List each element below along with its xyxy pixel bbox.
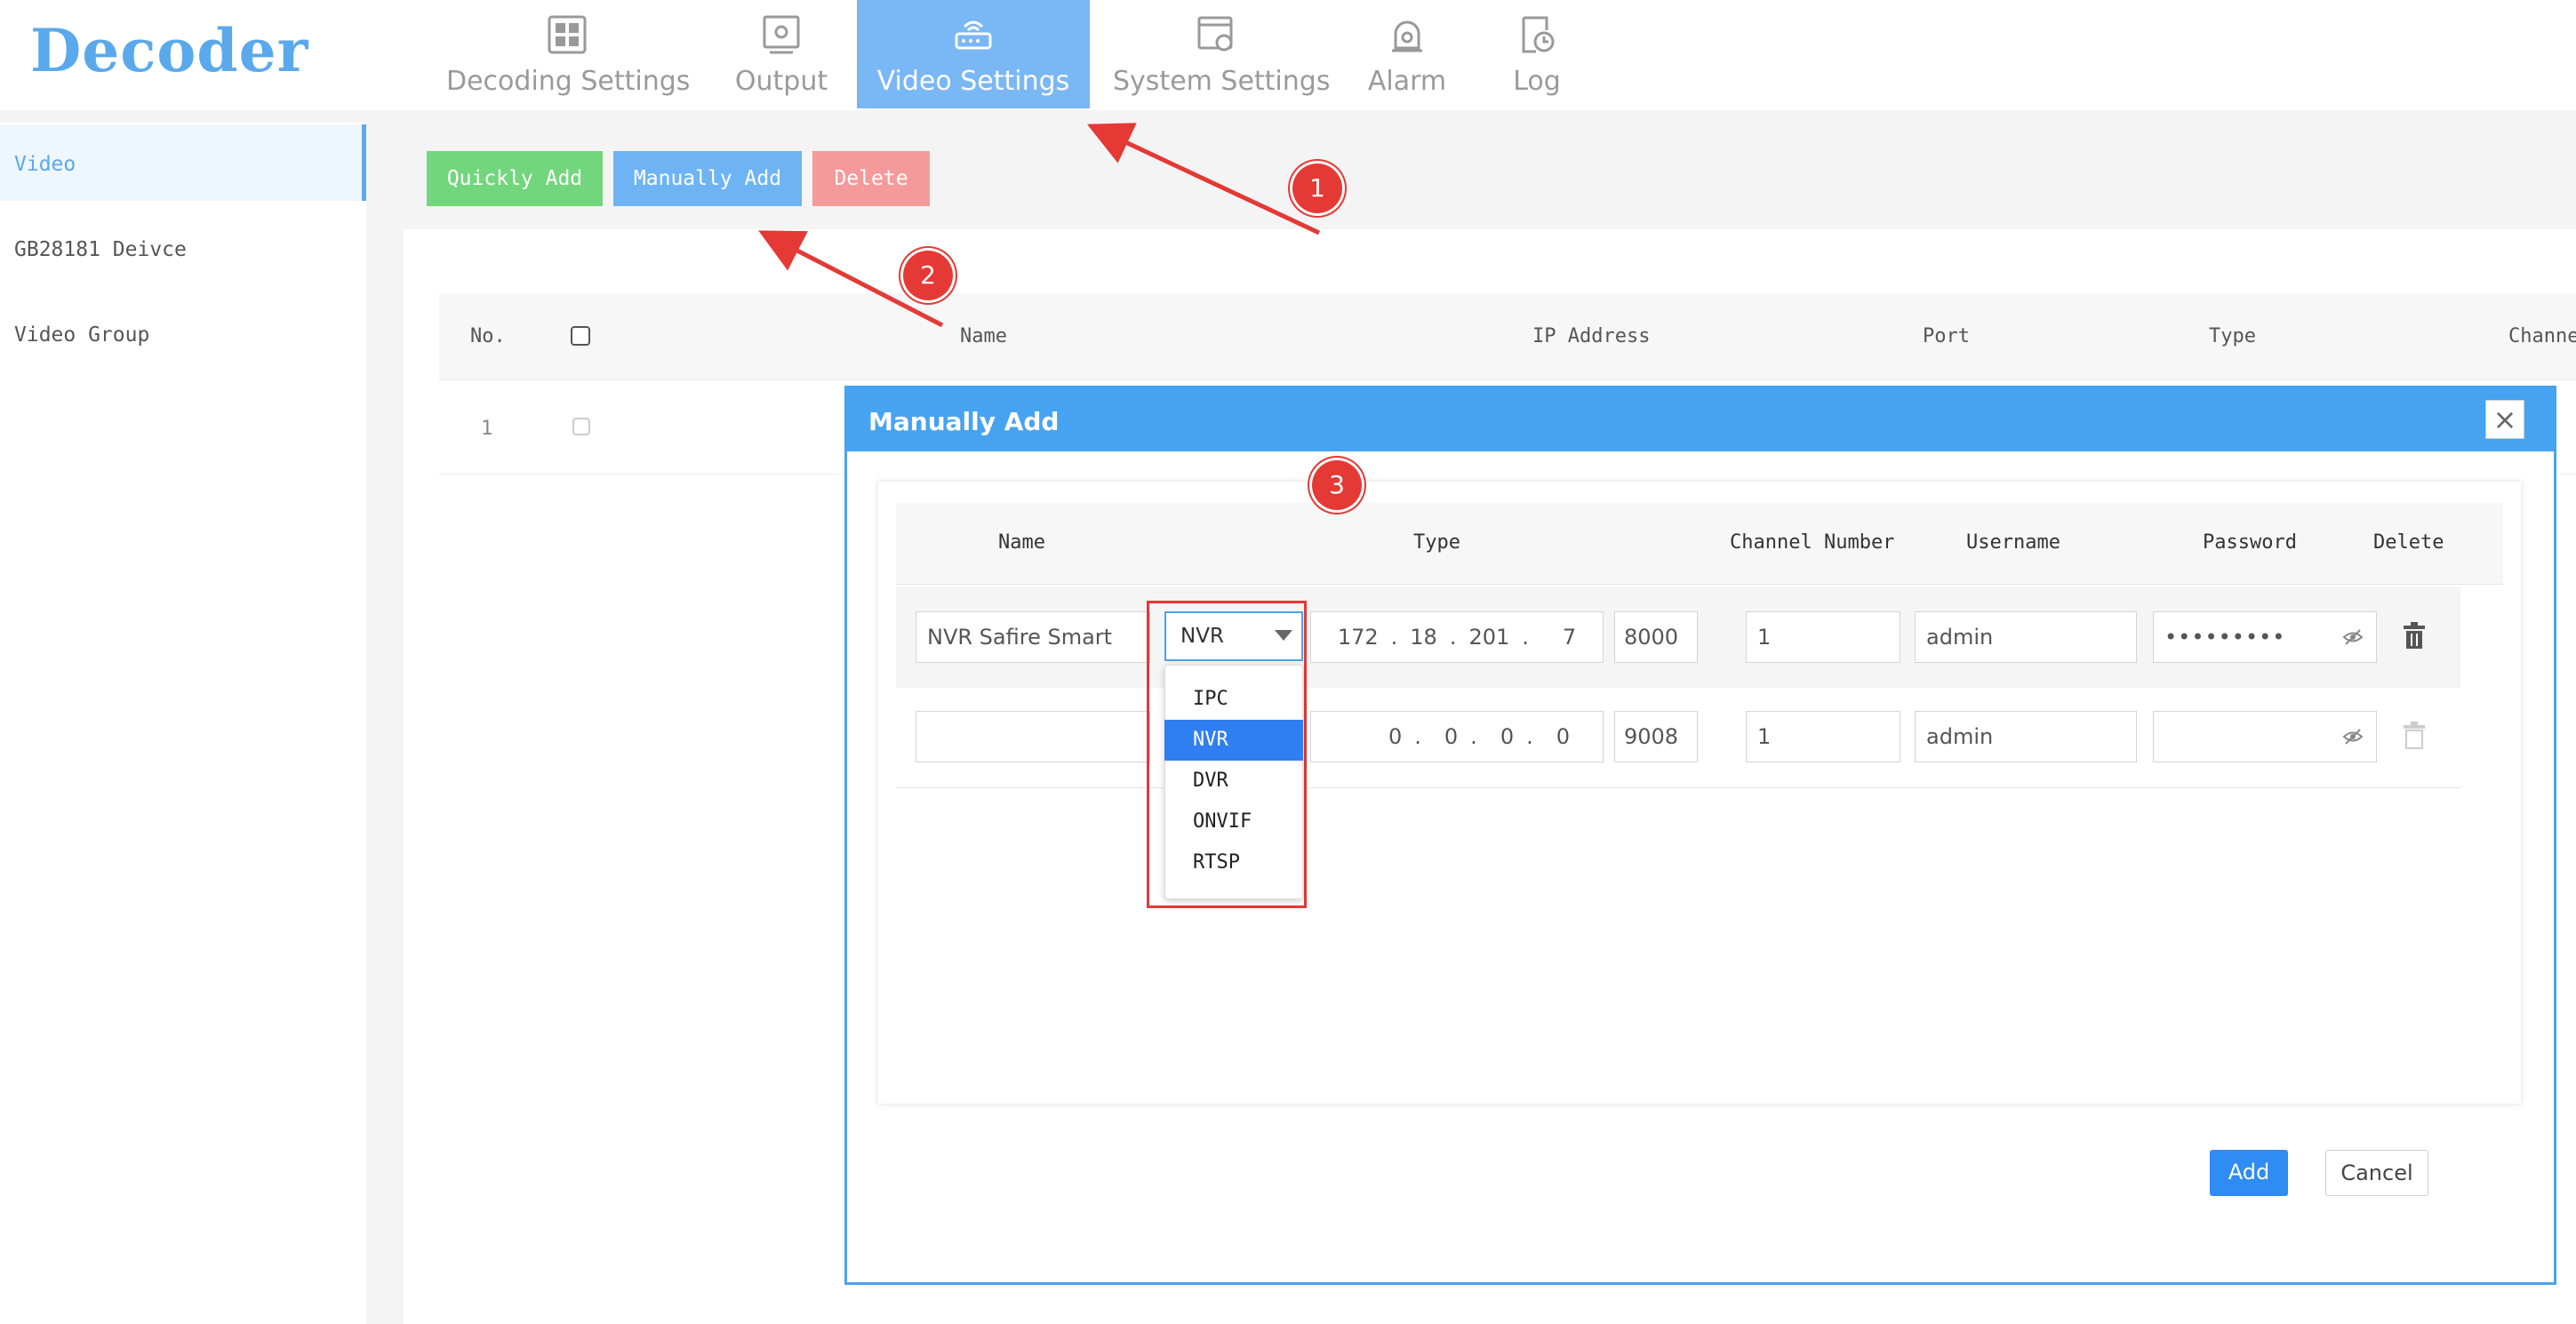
annotation-badge-1: 1 (1292, 164, 1342, 213)
app-logo: Decoder (30, 16, 309, 85)
column-header-channel: Channe (2508, 325, 2576, 347)
monitor-gear-icon (763, 15, 800, 54)
ip-octet: 7 (1562, 625, 1577, 650)
select-all-checkbox[interactable] (571, 326, 590, 346)
delete-button[interactable]: Delete (812, 151, 930, 206)
ip-octet: 0 (1388, 724, 1403, 749)
ip-octet: 201 (1468, 625, 1510, 650)
column-header-type: Type (2209, 325, 2256, 347)
manually-add-button[interactable]: Manually Add (613, 151, 802, 206)
type-option-ipc[interactable]: IPC (1164, 679, 1303, 720)
sidebar-item-label: Video Group (14, 323, 150, 347)
sidebar-item-video[interactable]: Video (0, 124, 366, 201)
annotation-arrow-1 (1086, 123, 1321, 235)
eye-slash-icon[interactable] (2342, 626, 2364, 648)
cancel-button[interactable]: Cancel (2325, 1150, 2428, 1196)
username-input[interactable]: admin (1915, 711, 2137, 762)
column-header-port: Port (1923, 325, 1970, 347)
tab-label: Log (1513, 66, 1561, 97)
column-header-name: Name (998, 531, 1045, 554)
ip-octet: 0 (1500, 724, 1515, 749)
ip-octet: 18 (1410, 625, 1437, 650)
sidebar-item-gb28181-device[interactable]: GB28181 Deivce (0, 210, 366, 286)
tab-label: Video Settings (876, 66, 1070, 97)
type-option-dvr[interactable]: DVR (1164, 761, 1303, 802)
name-input[interactable]: NVR Safire Smart (916, 611, 1150, 663)
name-input[interactable] (916, 711, 1150, 762)
ip-octet: 172 (1337, 625, 1379, 650)
tab-video-settings[interactable]: Video Settings (857, 0, 1090, 108)
log-clock-icon (1522, 16, 1555, 53)
tab-output[interactable]: Output (724, 0, 839, 108)
type-option-rtsp[interactable]: RTSP (1164, 842, 1303, 883)
type-option-onvif[interactable]: ONVIF (1164, 802, 1303, 842)
ip-address-input[interactable]: 0.0.0.0 (1310, 711, 1604, 762)
trash-icon[interactable] (2402, 622, 2427, 650)
tab-label: System Settings (1113, 66, 1331, 97)
close-icon[interactable]: × (2485, 400, 2524, 439)
tab-alarm[interactable]: Alarm (1360, 0, 1454, 108)
column-header-password: Password (2203, 531, 2297, 554)
port-input[interactable]: 9008 (1614, 711, 1698, 762)
password-input[interactable] (2153, 711, 2377, 762)
tab-log[interactable]: Log (1490, 0, 1584, 108)
port-input[interactable]: 8000 (1614, 611, 1698, 663)
column-header-name: Name (960, 325, 1007, 347)
sidebar-item-video-group[interactable]: Video Group (0, 295, 366, 371)
ip-octet: 0 (1556, 724, 1571, 749)
type-option-nvr[interactable]: NVR (1164, 720, 1303, 761)
annotation-badge-3: 3 (1312, 460, 1362, 510)
password-value: ••••••••• (2164, 625, 2286, 650)
tab-decoding-settings[interactable]: Decoding Settings (446, 0, 691, 108)
column-header-type: Type (1413, 531, 1460, 554)
dialog-header (844, 386, 2556, 451)
trash-icon[interactable] (2402, 722, 2427, 750)
alarm-light-icon (1392, 20, 1422, 52)
ip-address-input[interactable]: 172. 18. 201. 7 (1310, 611, 1604, 663)
column-header-ip-address: IP Address (1532, 325, 1651, 347)
row-divider (896, 787, 2460, 788)
add-button[interactable]: Add (2210, 1150, 2288, 1196)
eye-slash-icon[interactable] (2342, 726, 2364, 747)
tab-label: Output (734, 66, 828, 97)
password-input[interactable]: ••••••••• (2153, 611, 2377, 663)
sidebar-item-label: Video (14, 153, 76, 176)
channel-number-input[interactable]: 1 (1746, 611, 1900, 663)
dialog-title: Manually Add (868, 407, 1060, 436)
column-header-channel-number: Channel Number (1730, 531, 1895, 554)
quickly-add-button[interactable]: Quickly Add (427, 151, 603, 206)
router-icon (955, 20, 992, 50)
tab-label: Decoding Settings (446, 66, 691, 97)
column-header-username: Username (1966, 531, 2060, 554)
settings-window-icon (1197, 16, 1233, 52)
row-checkbox[interactable] (572, 418, 590, 435)
channel-number-input[interactable]: 1 (1746, 711, 1900, 762)
tab-system-settings[interactable]: System Settings (1113, 0, 1331, 108)
username-input[interactable]: admin (1915, 611, 2137, 663)
column-header-no: No. (470, 325, 506, 347)
ip-octet: 0 (1444, 724, 1459, 749)
grid-icon (548, 15, 587, 54)
column-header-delete: Delete (2373, 531, 2444, 554)
sidebar-item-label: GB28181 Deivce (14, 238, 187, 261)
chevron-down-icon[interactable] (1275, 630, 1292, 641)
tab-label: Alarm (1367, 66, 1447, 97)
row-number: 1 (481, 418, 493, 440)
annotation-badge-2: 2 (903, 251, 953, 300)
